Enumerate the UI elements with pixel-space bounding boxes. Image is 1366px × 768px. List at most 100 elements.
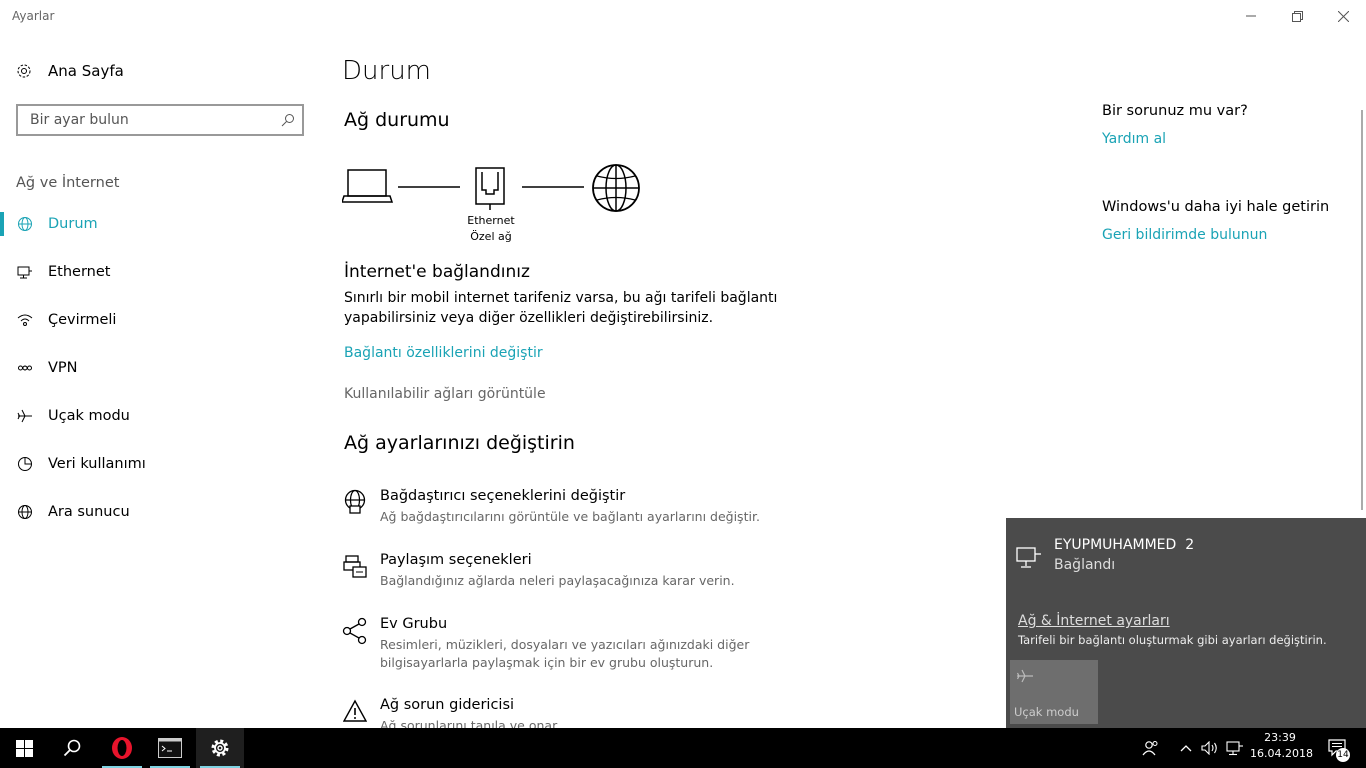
option-title: Ev Grubu [380, 616, 448, 632]
feedback-link[interactable]: Geri bildirimde bulunun [1102, 227, 1267, 243]
minimize-button[interactable] [1228, 0, 1274, 32]
scrollbar[interactable] [1361, 110, 1363, 510]
airplane-mode-tile[interactable]: Uçak modu [1010, 660, 1098, 724]
option-title: Bağdaştırıcı seçeneklerini değiştir [380, 488, 626, 504]
diagram-labels: Ethernet Özel ağ [450, 213, 532, 245]
search-button[interactable] [48, 728, 96, 768]
network-settings-link[interactable]: Ağ & İnternet ayarları [1018, 613, 1170, 629]
ethernet-icon [1016, 547, 1041, 568]
network-settings-desc: Tarifeli bir bağlantı oluşturmak gibi ay… [1018, 633, 1327, 647]
sidebar-item-ethernet[interactable]: Ethernet [0, 248, 320, 296]
sidebar-item-label: VPN [48, 360, 78, 376]
chevron-up-icon [1180, 745, 1192, 752]
network-status: Bağlandı [1054, 557, 1116, 573]
search-input[interactable] [28, 111, 277, 129]
taskbar-settings[interactable] [196, 728, 244, 768]
view-available-networks-link[interactable]: Kullanılabilir ağları görüntüle [344, 386, 546, 402]
proxy-icon [16, 503, 34, 521]
gear-icon [211, 739, 229, 757]
ethernet-icon [16, 263, 34, 281]
network-status-title: Ağ durumu [344, 109, 450, 131]
restore-button[interactable] [1274, 0, 1320, 32]
search-icon[interactable] [281, 113, 295, 127]
option-adapter[interactable]: Bağdaştırıcı seçeneklerini değiştir Ağ b… [342, 486, 762, 530]
adapter-icon [344, 489, 366, 514]
airplane-icon [16, 407, 34, 425]
network-flyout: EYUPMUHAMMED 2 Bağlandı Ağ & İnternet ay… [1006, 518, 1366, 728]
sidebar-item-dialup[interactable]: Çevirmeli [0, 296, 320, 344]
sidebar-item-label: Çevirmeli [48, 312, 117, 328]
homegroup-icon [342, 617, 367, 645]
option-desc: Ağ sorunlarını tanıla ve onar. [380, 718, 561, 728]
close-icon [1337, 10, 1349, 22]
page-title: Durum [342, 56, 431, 86]
connected-title: İnternet'e bağlandınız [344, 262, 530, 282]
people-icon [1142, 741, 1158, 756]
improve-heading: Windows'u daha iyi hale getirin [1102, 199, 1330, 215]
gear-icon [17, 64, 31, 78]
sharing-icon [343, 555, 367, 578]
opera-icon [112, 737, 132, 759]
sidebar-item-airplane[interactable]: Uçak modu [0, 392, 320, 440]
search-icon [63, 739, 81, 757]
option-sharing[interactable]: Paylaşım seçenekleri Bağlandığınız ağlar… [342, 550, 762, 594]
sidebar-item-proxy[interactable]: Ara sunucu [0, 488, 320, 536]
restore-icon [1291, 10, 1303, 22]
airplane-mode-label: Uçak modu [1014, 705, 1079, 719]
action-center-button[interactable]: 14 [1318, 728, 1358, 768]
option-homegroup[interactable]: Ev Grubu Resimleri, müzikleri, dosyaları… [342, 614, 762, 676]
taskbar-terminal[interactable] [146, 728, 194, 768]
change-settings-title: Ağ ayarlarınızı değiştirin [344, 432, 575, 454]
option-desc-line-2: bilgisayarlarla paylaşmak için bir ev gr… [380, 655, 714, 670]
clock-date: 16.04.2018 [1250, 747, 1313, 760]
sidebar-item-data-usage[interactable]: Veri kullanımı [0, 440, 320, 488]
connected-desc-line-2: yapabilirsiniz veya diğer özellikleri de… [344, 310, 714, 326]
window-title: Ayarlar [12, 9, 55, 23]
internet-globe-icon [592, 164, 640, 212]
option-desc: Ağ bağdaştırıcılarını görüntüle ve bağla… [380, 509, 760, 524]
connected-desc-line-1: Sınırlı bir mobil internet tarifeniz var… [344, 290, 778, 306]
clock-time: 23:39 [1264, 731, 1296, 744]
notification-badge: 14 [1336, 748, 1350, 762]
ethernet-icon [1226, 741, 1243, 756]
option-desc: Bağlandığınız ağlarda neleri paylaşacağı… [380, 573, 735, 588]
option-title: Paylaşım seçenekleri [380, 552, 532, 568]
option-desc: Resimleri, müzikleri, dosyaları ve yazıc… [380, 637, 750, 652]
network-tray-button[interactable] [1222, 728, 1248, 768]
clock[interactable]: 23:39 16.04.2018 [1250, 731, 1313, 760]
settings-search[interactable] [16, 104, 304, 136]
help-link[interactable]: Yardım al [1102, 131, 1166, 147]
sidebar-item-durum[interactable]: Durum [0, 200, 320, 248]
adapter-label: Ethernet [467, 214, 515, 227]
windows-logo-icon [15, 739, 33, 757]
show-hidden-icons-button[interactable] [1174, 728, 1198, 768]
volume-button[interactable] [1198, 728, 1222, 768]
sidebar-item-label: Durum [48, 216, 98, 232]
start-button[interactable] [0, 728, 48, 768]
option-troubleshooter[interactable]: Ağ sorun gidericisi Ağ sorunlarını tanıl… [342, 695, 762, 728]
close-button[interactable] [1320, 0, 1366, 32]
network-type-label: Özel ağ [470, 230, 512, 243]
laptop-icon [342, 169, 394, 203]
globe-icon [16, 215, 34, 233]
home-link[interactable]: Ana Sayfa [16, 62, 124, 80]
terminal-icon [158, 738, 182, 758]
option-title: Ağ sorun gidericisi [380, 697, 515, 713]
sidebar-item-label: Ara sunucu [48, 504, 130, 520]
taskbar-opera[interactable] [98, 728, 146, 768]
sidebar-item-label: Veri kullanımı [48, 456, 146, 472]
airplane-icon [1016, 669, 1033, 683]
sidebar-section-title: Ağ ve İnternet [16, 175, 120, 191]
network-diagram [342, 164, 640, 212]
sidebar-item-vpn[interactable]: VPN [0, 344, 320, 392]
people-button[interactable] [1138, 728, 1164, 768]
network-name: EYUPMUHAMMED 2 [1054, 537, 1195, 553]
vpn-icon [16, 359, 34, 377]
sidebar-item-label: Uçak modu [48, 408, 130, 424]
sidebar-item-label: Ethernet [48, 264, 111, 280]
data-usage-icon [16, 455, 34, 473]
ethernet-port-icon [475, 167, 505, 210]
change-connection-properties-link[interactable]: Bağlantı özelliklerini değiştir [344, 345, 543, 361]
network-item[interactable]: EYUPMUHAMMED 2 Bağlandı [1006, 526, 1366, 590]
question-heading: Bir sorunuz mu var? [1102, 103, 1248, 119]
